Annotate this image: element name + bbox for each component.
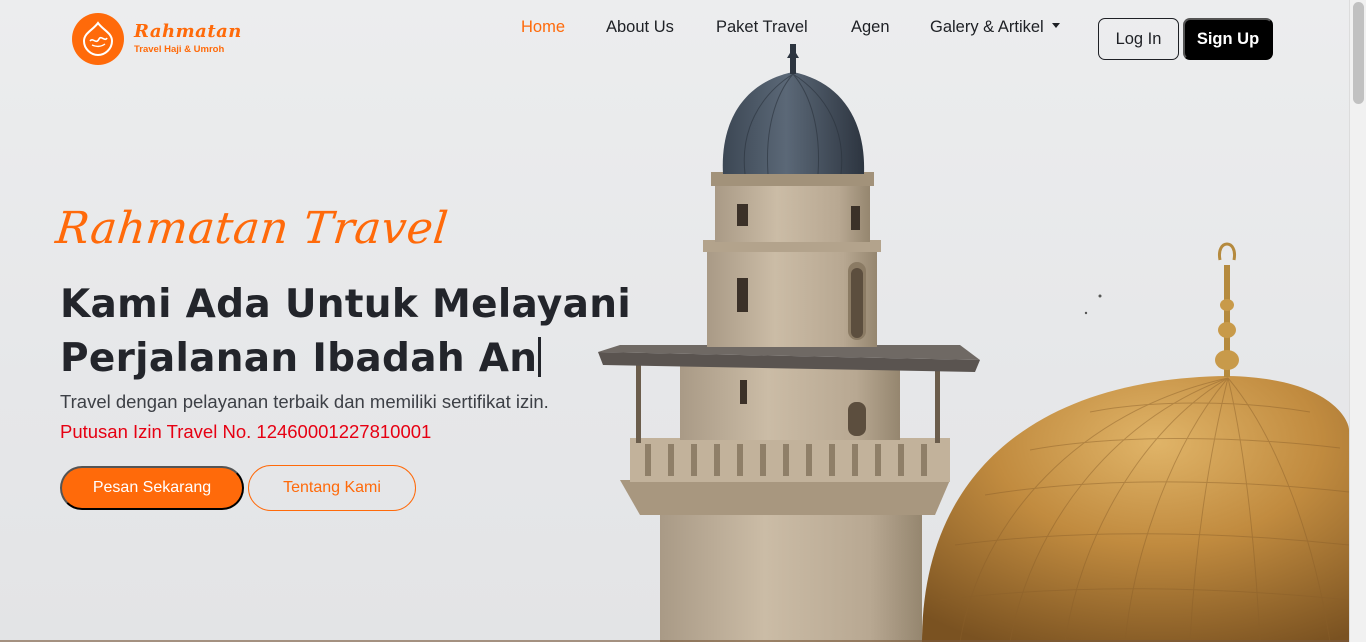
license-number: Putusan Izin Travel No. 1246000122781000… <box>60 421 432 442</box>
brand-tagline: Travel Haji & Umroh <box>134 44 225 56</box>
nav-galery-artikel-label: Galery & Artikel <box>930 17 1044 36</box>
hero-heading: Kami Ada Untuk Melayani Perjalanan Ibada… <box>60 278 660 386</box>
login-button[interactable]: Log In <box>1098 18 1179 60</box>
signup-button[interactable]: Sign Up <box>1183 18 1273 60</box>
golden-dome <box>922 242 1350 642</box>
pesan-sekarang-button[interactable]: Pesan Sekarang <box>60 466 244 510</box>
typing-cursor <box>538 337 542 377</box>
nav-agen[interactable]: Agen <box>851 18 890 37</box>
scrollbar-thumb[interactable] <box>1353 2 1364 104</box>
birds <box>1084 294 1102 315</box>
logo-emblem-icon <box>72 13 124 65</box>
hero-heading-line1: Kami Ada Untuk Melayani <box>60 282 631 327</box>
hero-script-title: Rahmatan Travel <box>53 203 451 254</box>
brand-name: Rahmatan <box>134 21 242 43</box>
tentang-kami-button[interactable]: Tentang Kami <box>248 465 416 511</box>
nav-home[interactable]: Home <box>521 18 565 37</box>
nav-about-us[interactable]: About Us <box>606 18 674 37</box>
page-scrollbar[interactable] <box>1349 0 1366 642</box>
brand-logo[interactable]: Rahmatan Travel Haji & Umroh <box>72 13 242 65</box>
hero-heading-line2: Perjalanan Ibadah An <box>60 336 538 381</box>
nav-paket-travel[interactable]: Paket Travel <box>716 18 808 37</box>
hero-description: Travel dengan pelayanan terbaik dan memi… <box>60 391 549 412</box>
caret-down-icon <box>1051 22 1060 28</box>
nav-galery-artikel-dropdown[interactable]: Galery & Artikel <box>930 18 1060 37</box>
